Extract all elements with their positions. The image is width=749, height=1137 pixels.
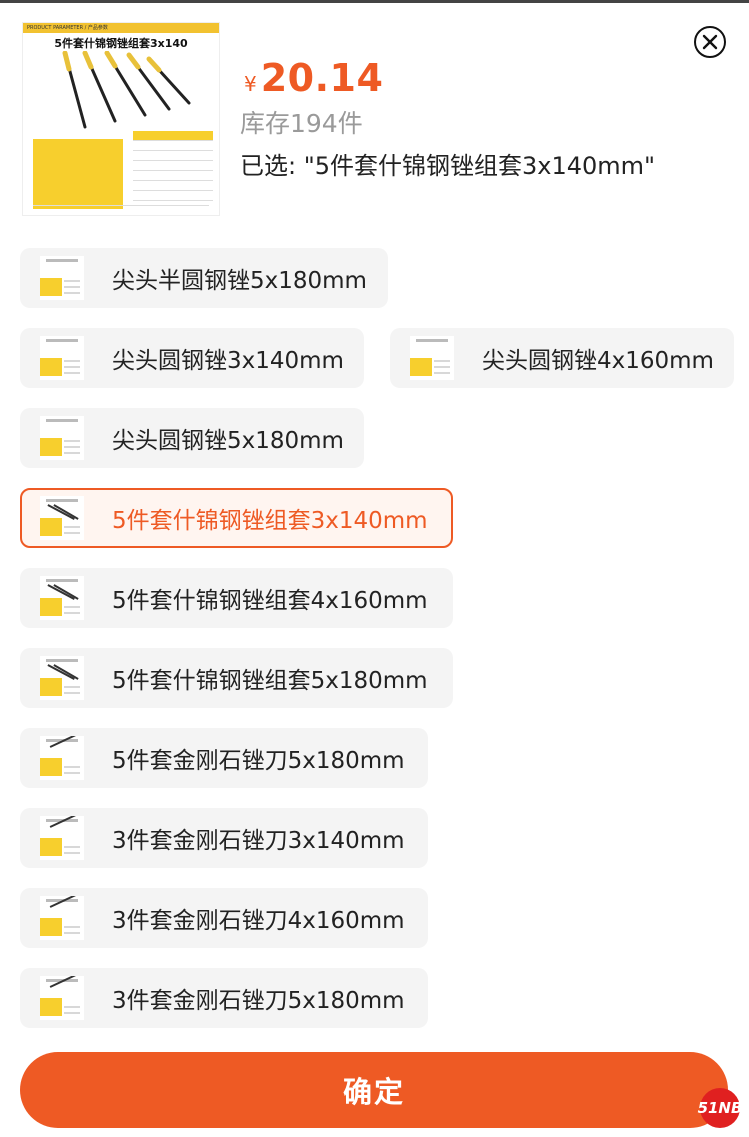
- thumb-footer-row: [33, 205, 209, 214]
- thumb-spec-table: [133, 131, 213, 211]
- variant-option-1[interactable]: 尖头圆钢锉3x140mm: [20, 328, 364, 388]
- variant-option-0[interactable]: 尖头半圆钢锉5x180mm: [20, 248, 388, 308]
- variant-option-4[interactable]: 5件套什锦钢锉组套3x140mm: [20, 488, 453, 548]
- variant-thumb: [40, 816, 84, 860]
- variant-thumb: [40, 496, 84, 540]
- selected-variant-text: 已选: "5件套什锦钢锉组套3x140mm": [240, 152, 656, 180]
- variant-label: 尖头圆钢锉4x160mm: [482, 348, 714, 374]
- price: ¥ 20.14: [244, 56, 383, 100]
- price-value: 20.14: [260, 56, 384, 100]
- close-icon: [702, 34, 718, 50]
- variant-option-2[interactable]: 尖头圆钢锉4x160mm: [390, 328, 734, 388]
- variant-thumb: [40, 416, 84, 460]
- thumb-header-text: PRODUCT PARAMETER / 产品参数: [27, 25, 108, 31]
- variant-option-3[interactable]: 尖头圆钢锉5x180mm: [20, 408, 364, 468]
- file-tools-illustration: [62, 51, 191, 129]
- variant-label: 5件套什锦钢锉组套5x180mm: [112, 668, 428, 694]
- variant-label: 3件套金刚石锉刀3x140mm: [112, 828, 405, 854]
- top-edge-strip: [0, 0, 749, 3]
- stock-count: 库存194件: [240, 109, 363, 138]
- variant-option-5[interactable]: 5件套什锦钢锉组套4x160mm: [20, 568, 453, 628]
- product-image: PRODUCT PARAMETER / 产品参数 5件套什锦钢锉组套3x140: [22, 22, 220, 216]
- variant-label: 5件套什锦钢锉组套4x160mm: [112, 588, 428, 614]
- variant-option-8[interactable]: 3件套金刚石锉刀3x140mm: [20, 808, 428, 868]
- variant-thumb: [40, 656, 84, 700]
- variant-label: 5件套什锦钢锉组套3x140mm: [112, 508, 428, 534]
- variant-label: 尖头圆钢锉5x180mm: [112, 428, 344, 454]
- variant-thumb: [40, 576, 84, 620]
- variant-thumb: [40, 896, 84, 940]
- variant-option-9[interactable]: 3件套金刚石锉刀4x160mm: [20, 888, 428, 948]
- variant-option-6[interactable]: 5件套什锦钢锉组套5x180mm: [20, 648, 453, 708]
- confirm-button[interactable]: 确定: [20, 1052, 728, 1128]
- variant-thumb: [40, 736, 84, 780]
- variant-thumb: [40, 256, 84, 300]
- price-currency: ¥: [244, 72, 257, 96]
- variant-label: 5件套金刚石锉刀5x180mm: [112, 748, 405, 774]
- close-button[interactable]: [694, 26, 726, 58]
- thumb-spec-box: [33, 139, 123, 209]
- variant-thumb: [40, 976, 84, 1020]
- variant-thumb: [40, 336, 84, 380]
- thumb-title: 5件套什锦钢锉组套3x140: [54, 37, 188, 50]
- variant-option-10[interactable]: 3件套金刚石锉刀5x180mm: [20, 968, 428, 1028]
- variant-label: 尖头半圆钢锉5x180mm: [112, 268, 367, 294]
- variant-label: 3件套金刚石锉刀4x160mm: [112, 908, 405, 934]
- variant-option-7[interactable]: 5件套金刚石锉刀5x180mm: [20, 728, 428, 788]
- variant-label: 尖头圆钢锉3x140mm: [112, 348, 344, 374]
- variant-thumb: [410, 336, 454, 380]
- variant-label: 3件套金刚石锉刀5x180mm: [112, 988, 405, 1014]
- watermark-badge: 51NB: [698, 1088, 742, 1128]
